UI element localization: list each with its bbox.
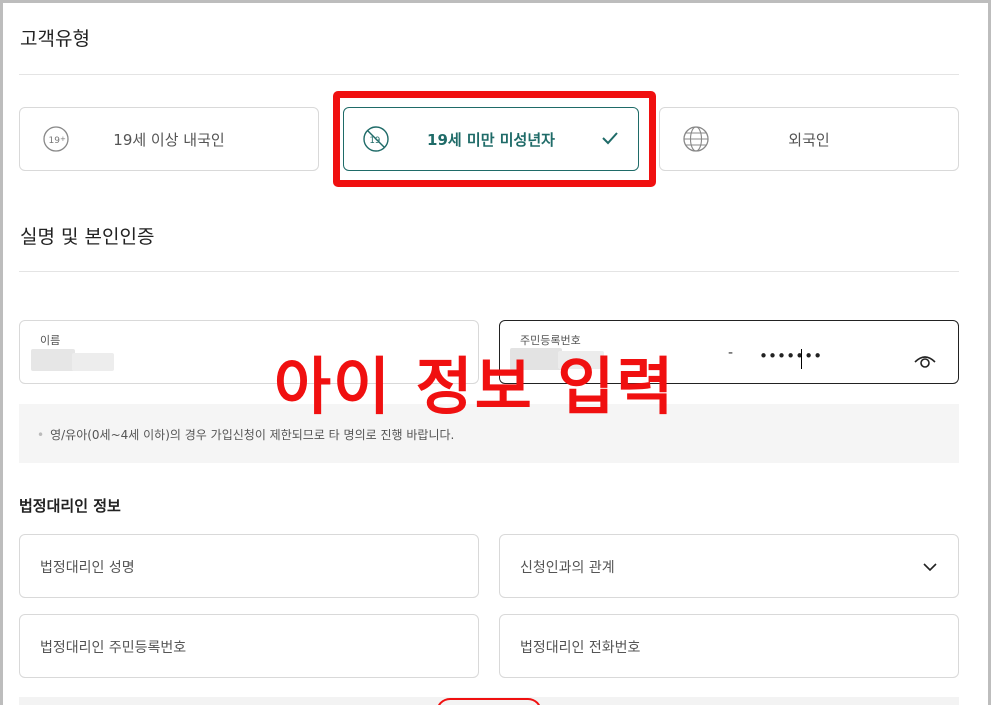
annotation-highlight-partial [436,698,542,705]
customer-type-title: 고객유형 [20,28,90,50]
type-option-label: 19세 이상 내국인 [113,131,225,149]
redacted-value [31,349,75,371]
rrn-separator: - [728,345,734,361]
type-option-adult[interactable]: 19 + 19세 이상 내국인 [19,107,319,171]
guardian-name-field[interactable]: 법정대리인 성명 [19,534,479,598]
bullet-icon: • [37,428,45,442]
divider [19,271,959,272]
relation-select[interactable]: 신청인과의 관계 [499,534,959,598]
guardian-title: 법정대리인 정보 [19,497,121,515]
chevron-down-icon [923,563,937,572]
guardian-rrn-field[interactable]: 법정대리인 주민등록번호 [19,614,479,678]
guardian-rrn-placeholder: 법정대리인 주민등록번호 [40,640,187,656]
guardian-phone-placeholder: 법정대리인 전화번호 [520,640,641,656]
guardian-name-placeholder: 법정대리인 성명 [40,560,135,576]
redacted-value [72,353,114,371]
rrn-masked-value: ••••••• [759,347,823,365]
type-option-minor[interactable]: 19 19세 미만 미성년자 [343,107,639,171]
text-caret [801,349,802,369]
relation-placeholder: 신청인과의 관계 [520,560,615,576]
notice-text: 영/유아(0세~4세 이하)의 경우 가입신청이 제한되므로 타 명의로 진행 … [50,428,455,442]
type-option-foreigner[interactable]: 외국인 [659,107,959,171]
type-option-label: 외국인 [788,131,830,149]
annotation-overlay-text: 아이 정보 입력 [274,350,676,423]
eye-icon[interactable] [914,353,936,369]
name-field-label: 이름 [40,334,61,347]
divider [19,74,959,75]
guardian-phone-field[interactable]: 법정대리인 전화번호 [499,614,959,678]
type-option-label: 19세 미만 미성년자 [427,131,555,149]
verification-title: 실명 및 본인인증 [20,226,155,248]
check-icon [602,132,618,145]
